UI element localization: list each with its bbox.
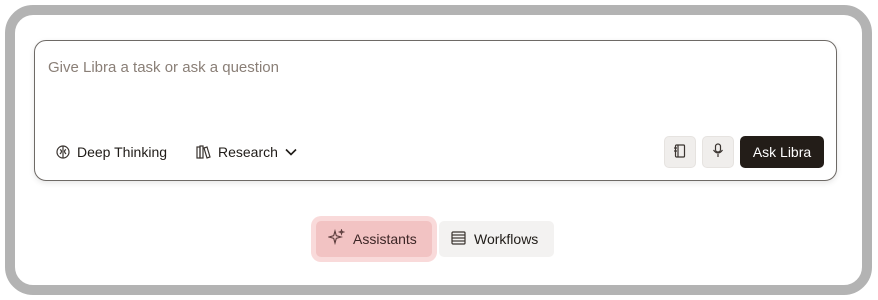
notebook-icon — [673, 143, 687, 161]
books-icon — [196, 145, 211, 159]
list-icon — [451, 230, 466, 248]
tab-workflows[interactable]: Workflows — [439, 221, 554, 257]
ask-libra-button[interactable]: Ask Libra — [740, 136, 824, 168]
notes-button[interactable] — [664, 136, 696, 168]
research-label: Research — [218, 144, 278, 160]
sparkles-icon — [326, 228, 346, 249]
tab-assistants-label: Assistants — [353, 231, 417, 247]
prompt-composer: Deep Thinking Research — [34, 40, 837, 181]
tab-workflows-label: Workflows — [474, 231, 539, 247]
brain-icon — [56, 145, 70, 159]
tab-assistants[interactable]: Assistants — [316, 221, 432, 257]
deep-thinking-label: Deep Thinking — [77, 144, 168, 160]
deep-thinking-button[interactable]: Deep Thinking — [56, 139, 167, 165]
chevron-down-icon — [285, 148, 297, 156]
microphone-icon — [712, 143, 724, 161]
research-dropdown[interactable]: Research — [196, 139, 297, 165]
microphone-button[interactable] — [702, 136, 734, 168]
prompt-input[interactable] — [48, 55, 808, 79]
